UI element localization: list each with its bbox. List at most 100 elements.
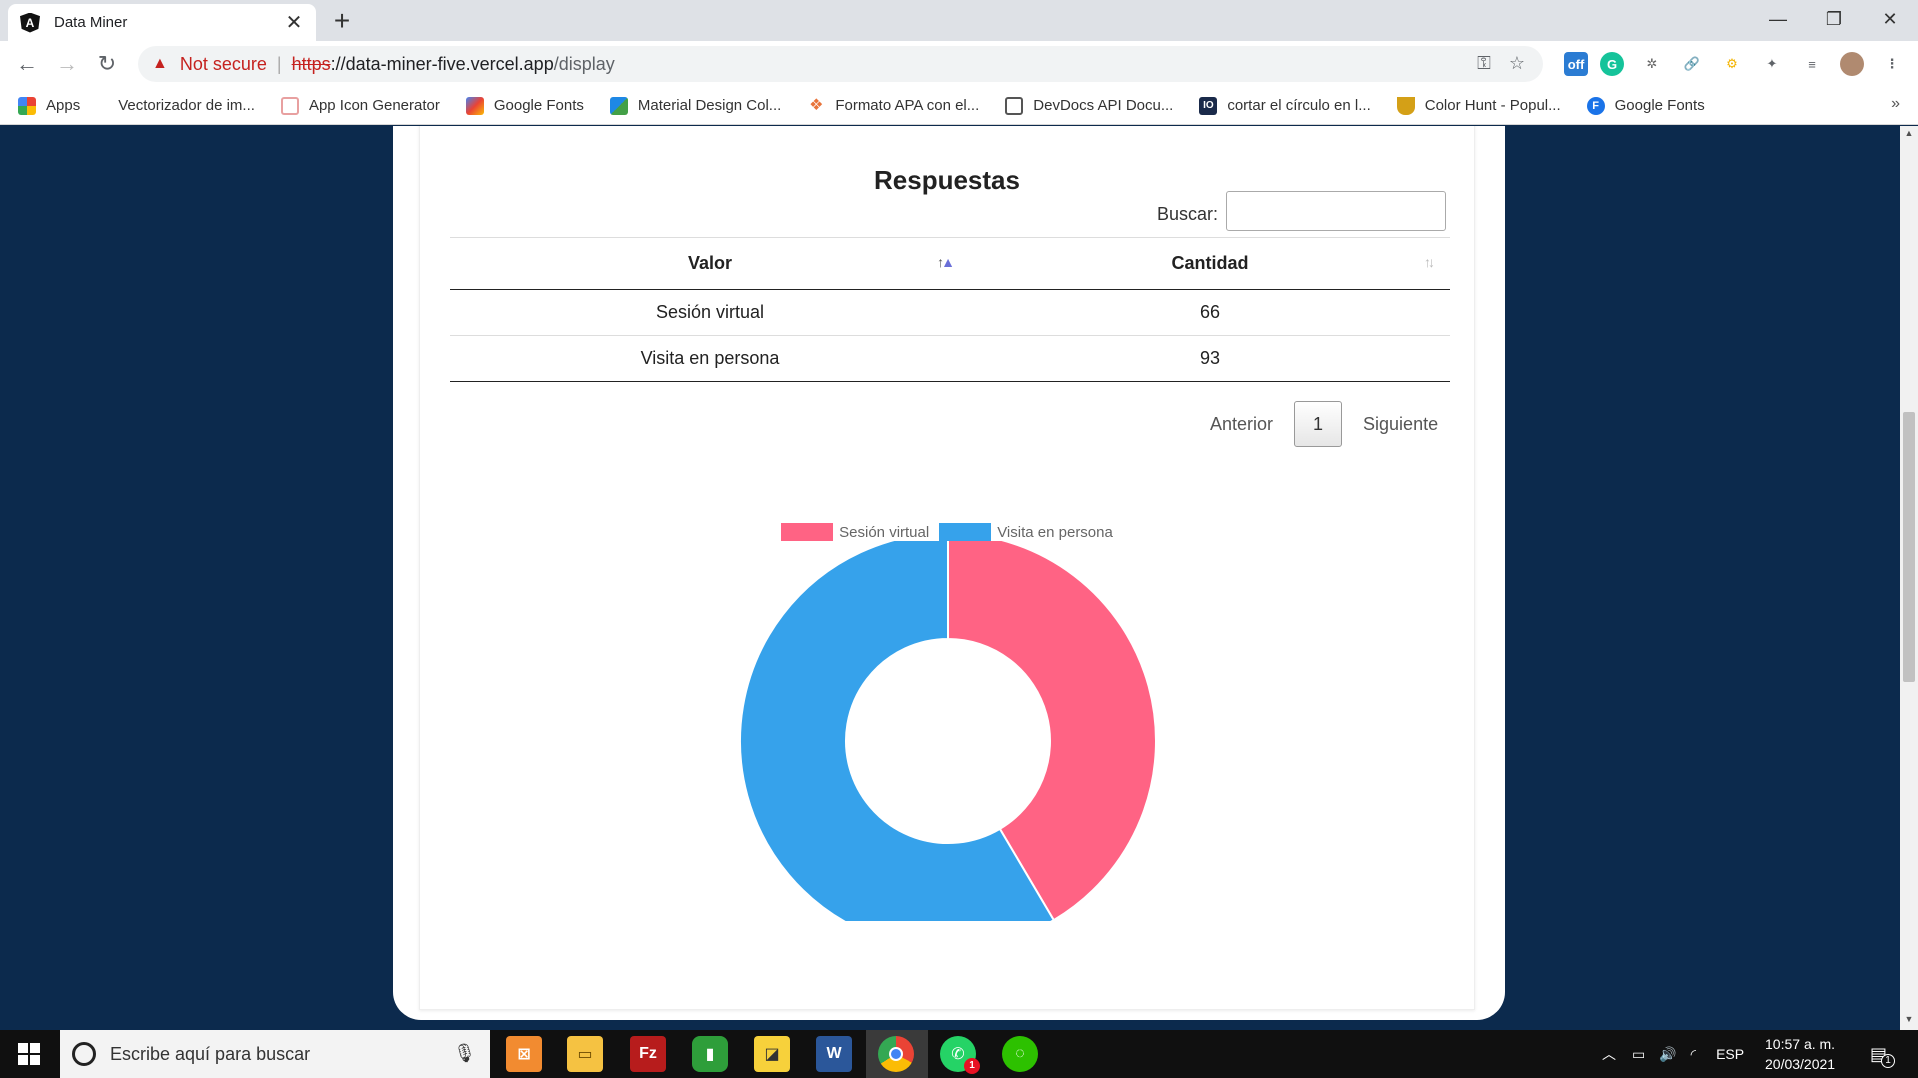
page-viewport: Respuestas Buscar: Valor ↑▲ Cantidad ↑↓	[0, 126, 1900, 1030]
minimize-button[interactable]: —	[1750, 0, 1806, 41]
bookmark-item[interactable]: Vectorizador de im...	[106, 97, 255, 114]
extensions-puzzle-icon[interactable]: ✦	[1760, 52, 1784, 76]
pagination: Anterior 1 Siguiente	[1210, 401, 1438, 447]
bookmark-item[interactable]: F Google Fonts	[1586, 96, 1705, 115]
search-input[interactable]	[1226, 191, 1446, 231]
reload-button[interactable]: ↻	[92, 49, 122, 79]
green-pipe-icon[interactable]: ▮	[692, 1036, 728, 1072]
close-window-button[interactable]: ✕	[1862, 0, 1918, 41]
bookmark-item[interactable]: Google Fonts	[465, 96, 584, 115]
pagination-previous[interactable]: Anterior	[1210, 414, 1273, 435]
new-tab-button[interactable]: +	[326, 6, 358, 38]
whatsapp-icon[interactable]: ✆ 1	[940, 1036, 980, 1074]
io-icon: IO	[1199, 96, 1218, 115]
key-icon[interactable]: ⚿	[1477, 53, 1491, 74]
bookmarks-overflow-icon[interactable]: »	[1891, 95, 1900, 113]
settings-extension-icon[interactable]: ⚙	[1720, 52, 1744, 76]
menu-kebab-icon[interactable]: ⋮	[1880, 52, 1904, 76]
header-label: Cantidad	[1171, 253, 1249, 273]
bookmark-label: cortar el círculo en l...	[1227, 97, 1371, 114]
tab-close-icon[interactable]: ✕	[284, 10, 304, 35]
column-header-cantidad[interactable]: Cantidad ↑↓	[970, 237, 1450, 290]
bookmark-label: App Icon Generator	[308, 97, 440, 114]
header-label: Valor	[687, 253, 733, 273]
restore-button[interactable]: ❐	[1806, 0, 1862, 41]
bookmark-label: Color Hunt - Popul...	[1424, 97, 1561, 114]
taskbar-search-placeholder: Escribe aquí para buscar	[110, 1043, 311, 1064]
warning-icon: ▲	[152, 55, 168, 72]
notifications-icon[interactable]: ▤ 1	[1870, 1030, 1896, 1078]
bookmark-item[interactable]: Color Hunt - Popul...	[1396, 96, 1561, 115]
wifi-icon[interactable]: ◜	[1691, 1046, 1696, 1063]
chrome-icon[interactable]	[878, 1036, 914, 1072]
bookmark-label: Material Design Col...	[637, 97, 782, 114]
table-row: Visita en persona 93	[450, 335, 1450, 382]
legend-item-sesion-virtual[interactable]: Sesión virtual	[781, 523, 929, 541]
taskbar-search[interactable]: Escribe aquí para buscar 🎙	[60, 1030, 490, 1078]
extension-off-icon[interactable]: off	[1564, 52, 1588, 76]
google-fonts-icon	[465, 96, 484, 115]
file-explorer-icon[interactable]: ▭	[567, 1036, 603, 1072]
table-cell: 66	[970, 289, 1450, 336]
profile-avatar[interactable]	[1840, 52, 1864, 76]
bookmark-item[interactable]: ❖ Formato APA con el...	[807, 97, 979, 115]
media-control-icon[interactable]: ≡	[1800, 52, 1824, 76]
bookmark-label: Google Fonts	[493, 97, 584, 114]
bookmark-item[interactable]: App Icon Generator	[280, 96, 440, 115]
color-hunt-icon	[1396, 96, 1415, 115]
security-status[interactable]: Not secure	[180, 54, 267, 75]
table-row: Sesión virtual 66	[450, 289, 1450, 336]
legend-label: Sesión virtual	[839, 523, 930, 541]
bookmark-label: DevDocs API Docu...	[1033, 97, 1174, 114]
bookmark-item[interactable]: Apps	[18, 96, 80, 115]
bookmark-label: Vectorizador de im...	[118, 97, 255, 114]
start-button[interactable]	[0, 1030, 58, 1078]
filezilla-icon[interactable]: Fz	[630, 1036, 666, 1072]
legend-item-visita-en-persona[interactable]: Visita en persona	[939, 523, 1113, 541]
cortana-icon	[72, 1042, 96, 1066]
forward-button[interactable]: →	[52, 49, 82, 79]
bookmark-star-icon[interactable]: ☆	[1509, 53, 1525, 74]
show-hidden-icons[interactable]: ︿	[1602, 1044, 1616, 1064]
link-icon[interactable]: 🔗	[1680, 52, 1704, 76]
url-host: ://data-miner-five.vercel.app	[330, 53, 554, 74]
sticky-notes-icon[interactable]: ◪	[754, 1036, 790, 1072]
table-cell: Sesión virtual	[450, 289, 970, 336]
bookmark-item[interactable]: IO cortar el círculo en l...	[1199, 96, 1371, 115]
page-scrollbar[interactable]: ▲ ▼	[1900, 126, 1918, 1030]
language-indicator[interactable]: ESP	[1716, 1046, 1744, 1062]
address-separator: |	[276, 53, 282, 74]
grammarly-icon[interactable]: G	[1600, 52, 1624, 76]
column-header-valor[interactable]: Valor ↑▲	[450, 237, 970, 290]
tab-title: Data Miner	[54, 14, 128, 31]
sort-asc-icon: ↑▲	[937, 254, 955, 270]
scroll-up-icon[interactable]: ▲	[1900, 128, 1918, 142]
responses-table: Valor ↑▲ Cantidad ↑↓ Sesión virtual 66 V…	[450, 237, 1450, 382]
apa-icon: ❖	[809, 96, 824, 114]
microphone-icon[interactable]: 🎙	[453, 1043, 476, 1064]
windows-taskbar: Escribe aquí para buscar 🎙 ⊠ ▭ Fz ▮ ◪ W …	[0, 1030, 1918, 1078]
xampp-icon[interactable]: ⊠	[506, 1036, 542, 1072]
bug-icon[interactable]: ✲	[1640, 52, 1664, 76]
back-button[interactable]: ←	[12, 49, 42, 79]
content-container: Respuestas Buscar: Valor ↑▲ Cantidad ↑↓	[393, 126, 1505, 1020]
battery-icon[interactable]: ▭	[1632, 1046, 1645, 1063]
devdocs-icon	[1005, 96, 1024, 115]
bookmark-item[interactable]: Material Design Col...	[609, 96, 782, 115]
scroll-thumb[interactable]	[1903, 412, 1915, 682]
address-bar[interactable]: ▲ Not secure | https://data-miner-five.v…	[138, 46, 1543, 82]
browser-tab[interactable]: A Data Miner ✕	[8, 4, 316, 41]
volume-icon[interactable]: 🔊	[1659, 1046, 1676, 1063]
angular-favicon-icon: A	[20, 12, 40, 33]
legend-swatch	[781, 523, 834, 541]
pagination-next[interactable]: Siguiente	[1363, 414, 1438, 435]
taskbar-clock[interactable]: 10:57 a. m. 20/03/2021	[1765, 1034, 1835, 1074]
legend-swatch	[939, 523, 992, 541]
wechat-icon[interactable]: ◌	[1002, 1036, 1038, 1072]
pagination-page-1[interactable]: 1	[1294, 401, 1343, 447]
word-icon[interactable]: W	[816, 1036, 852, 1072]
bookmark-item[interactable]: DevDocs API Docu...	[1005, 96, 1174, 115]
tab-strip: A Data Miner ✕ + — ❐ ✕	[0, 0, 1918, 41]
scroll-down-icon[interactable]: ▼	[1900, 1014, 1918, 1028]
clock-time: 10:57 a. m.	[1765, 1036, 1836, 1052]
